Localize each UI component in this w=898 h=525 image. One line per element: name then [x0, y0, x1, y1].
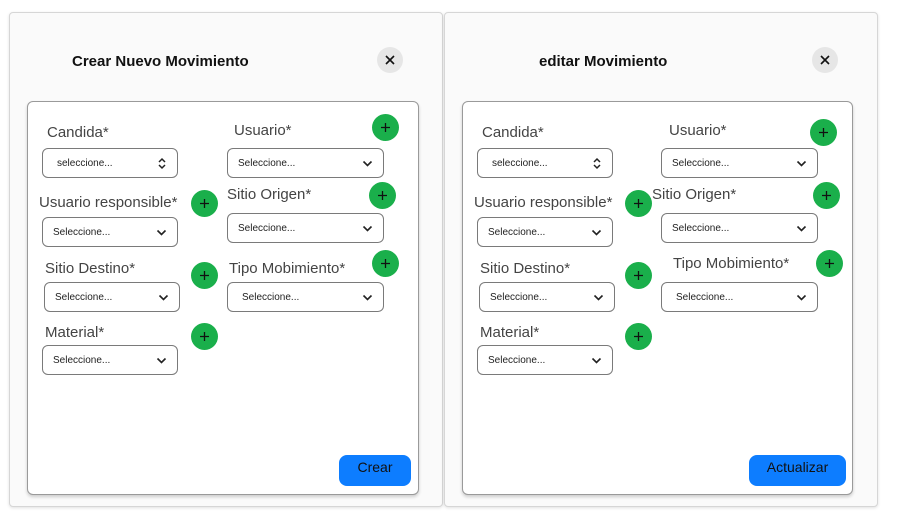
usuario-responsible-label: Usuario responsible* [39, 194, 178, 211]
material-label: Material* [45, 324, 105, 341]
chevron-down-icon [156, 229, 167, 236]
plus-icon [381, 123, 390, 132]
plus-icon [381, 259, 390, 268]
add-material-button[interactable] [191, 323, 218, 350]
sitio-destino-select[interactable]: Seleccione... [479, 282, 615, 312]
usuario-label: Usuario* [234, 122, 292, 139]
plus-icon [200, 332, 209, 341]
chevron-down-icon [796, 225, 807, 232]
candida-select[interactable]: seleccione... [477, 148, 613, 178]
add-material-button[interactable] [625, 323, 652, 350]
plus-icon [634, 199, 643, 208]
close-icon [385, 55, 395, 65]
modal-title: Crear Nuevo Movimiento [72, 53, 249, 70]
usuario-select[interactable]: Seleccione... [661, 148, 818, 178]
tipo-mobimiento-select-value: Seleccione... [242, 291, 300, 303]
sitio-origen-select[interactable]: Seleccione... [661, 213, 818, 243]
sitio-origen-select[interactable]: Seleccione... [227, 213, 384, 243]
usuario-select[interactable]: Seleccione... [227, 148, 384, 178]
up-down-chevron-icon [593, 157, 601, 169]
tipo-mobimiento-select-value: Seleccione... [676, 291, 734, 303]
chevron-down-icon [362, 160, 373, 167]
usuario-responsible-select[interactable]: Seleccione... [42, 217, 178, 247]
material-select-value: Seleccione... [488, 354, 546, 366]
actualizar-button[interactable]: Actualizar [749, 455, 846, 486]
plus-icon [378, 191, 387, 200]
usuario-select-value: Seleccione... [238, 157, 296, 169]
sitio-origen-label: Sitio Origen* [652, 186, 737, 203]
material-select[interactable]: Seleccione... [477, 345, 613, 375]
plus-icon [200, 199, 209, 208]
plus-icon [200, 271, 209, 280]
tipo-mobimiento-select[interactable]: Seleccione... [661, 282, 818, 312]
add-usuario-button[interactable] [372, 114, 399, 141]
material-label: Material* [480, 324, 540, 341]
chevron-down-icon [796, 160, 807, 167]
add-usuario-responsible-button[interactable] [191, 190, 218, 217]
tipo-mobimiento-select[interactable]: Seleccione... [227, 282, 384, 312]
up-down-chevron-icon [158, 157, 166, 169]
usuario-label: Usuario* [669, 122, 727, 139]
plus-icon [634, 332, 643, 341]
chevron-down-icon [156, 357, 167, 364]
form-panel: Candida* seleccione... Usuario responsib… [27, 101, 419, 495]
add-tipo-mobimiento-button[interactable] [816, 250, 843, 277]
candida-select[interactable]: seleccione... [42, 148, 178, 178]
sitio-origen-select-value: Seleccione... [238, 222, 296, 234]
add-sitio-destino-button[interactable] [625, 262, 652, 289]
add-tipo-mobimiento-button[interactable] [372, 250, 399, 277]
plus-icon [819, 128, 828, 137]
sitio-destino-select-value: Seleccione... [490, 291, 548, 303]
sitio-destino-select[interactable]: Seleccione... [44, 282, 180, 312]
usuario-select-value: Seleccione... [672, 157, 730, 169]
crear-button[interactable]: Crear [339, 455, 411, 486]
chevron-down-icon [362, 294, 373, 301]
candida-select-value: seleccione... [57, 157, 113, 169]
chevron-down-icon [362, 225, 373, 232]
sitio-destino-label: Sitio Destino* [45, 260, 136, 277]
add-sitio-origen-button[interactable] [369, 182, 396, 209]
plus-icon [634, 271, 643, 280]
usuario-responsible-select-value: Seleccione... [488, 226, 546, 238]
material-select-value: Seleccione... [53, 354, 111, 366]
edit-movement-modal: editar Movimiento Candida* seleccione...… [444, 12, 878, 507]
usuario-responsible-label: Usuario responsible* [474, 194, 613, 211]
close-icon [820, 55, 830, 65]
plus-icon [822, 191, 831, 200]
create-movement-modal: Crear Nuevo Movimiento Candida* seleccio… [9, 12, 443, 507]
add-sitio-origen-button[interactable] [813, 182, 840, 209]
material-select[interactable]: Seleccione... [42, 345, 178, 375]
close-button[interactable] [812, 47, 838, 73]
candida-label: Candida* [47, 124, 109, 141]
add-usuario-responsible-button[interactable] [625, 190, 652, 217]
candida-select-value: seleccione... [492, 157, 548, 169]
plus-icon [825, 259, 834, 268]
tipo-mobimiento-label: Tipo Mobimiento* [673, 255, 790, 272]
chevron-down-icon [591, 357, 602, 364]
sitio-origen-select-value: Seleccione... [672, 222, 730, 234]
tipo-mobimiento-label: Tipo Mobimiento* [229, 260, 346, 277]
chevron-down-icon [796, 294, 807, 301]
usuario-responsible-select[interactable]: Seleccione... [477, 217, 613, 247]
sitio-destino-select-value: Seleccione... [55, 291, 113, 303]
sitio-origen-label: Sitio Origen* [227, 186, 312, 203]
sitio-destino-label: Sitio Destino* [480, 260, 571, 277]
candida-label: Candida* [482, 124, 544, 141]
usuario-responsible-select-value: Seleccione... [53, 226, 111, 238]
modal-title: editar Movimiento [539, 53, 668, 70]
chevron-down-icon [158, 294, 169, 301]
chevron-down-icon [593, 294, 604, 301]
chevron-down-icon [591, 229, 602, 236]
add-sitio-destino-button[interactable] [191, 262, 218, 289]
form-panel: Candida* seleccione... Usuario responsib… [462, 101, 853, 495]
close-button[interactable] [377, 47, 403, 73]
add-usuario-button[interactable] [810, 119, 837, 146]
